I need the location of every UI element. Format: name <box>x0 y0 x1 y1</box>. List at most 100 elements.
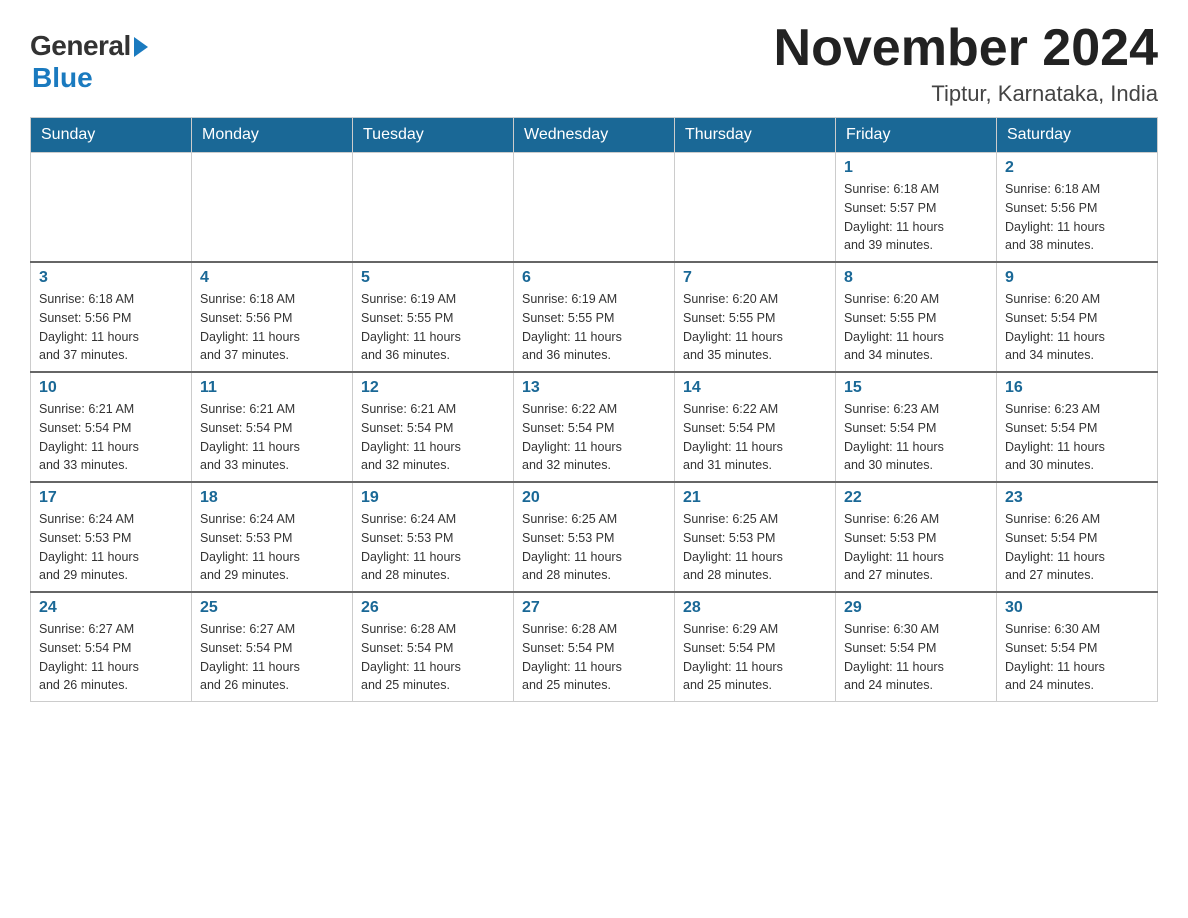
day-info: Sunrise: 6:21 AMSunset: 5:54 PMDaylight:… <box>200 400 344 475</box>
table-row: 10 Sunrise: 6:21 AMSunset: 5:54 PMDayligh… <box>31 372 192 482</box>
location: Tiptur, Karnataka, India <box>774 81 1158 107</box>
logo-general-text: General <box>30 30 131 62</box>
day-number: 11 <box>200 379 344 397</box>
day-number: 16 <box>1005 379 1149 397</box>
month-title: November 2024 <box>774 20 1158 77</box>
day-number: 28 <box>683 599 827 617</box>
table-row <box>31 153 192 263</box>
header-thursday: Thursday <box>675 118 836 153</box>
day-info: Sunrise: 6:20 AMSunset: 5:55 PMDaylight:… <box>844 290 988 365</box>
day-info: Sunrise: 6:25 AMSunset: 5:53 PMDaylight:… <box>683 510 827 585</box>
day-info: Sunrise: 6:24 AMSunset: 5:53 PMDaylight:… <box>200 510 344 585</box>
day-number: 7 <box>683 269 827 287</box>
header-monday: Monday <box>192 118 353 153</box>
calendar-week-row: 17 Sunrise: 6:24 AMSunset: 5:53 PMDayligh… <box>31 482 1158 592</box>
logo: General Blue <box>30 30 148 94</box>
day-number: 5 <box>361 269 505 287</box>
table-row: 12Sunrise: 6:21 AMSunset: 5:54 PMDayligh… <box>353 372 514 482</box>
day-number: 18 <box>200 489 344 507</box>
day-number: 14 <box>683 379 827 397</box>
calendar-week-row: 10 Sunrise: 6:21 AMSunset: 5:54 PMDayligh… <box>31 372 1158 482</box>
table-row: 16 Sunrise: 6:23 AMSunset: 5:54 PMDayligh… <box>997 372 1158 482</box>
table-row: 2 Sunrise: 6:18 AMSunset: 5:56 PMDaylight… <box>997 153 1158 263</box>
day-info: Sunrise: 6:28 AMSunset: 5:54 PMDaylight:… <box>361 620 505 695</box>
day-number: 23 <box>1005 489 1149 507</box>
table-row: 1 Sunrise: 6:18 AMSunset: 5:57 PMDaylight… <box>836 153 997 263</box>
day-info: Sunrise: 6:23 AMSunset: 5:54 PMDaylight:… <box>1005 400 1149 475</box>
table-row: 30Sunrise: 6:30 AMSunset: 5:54 PMDayligh… <box>997 592 1158 702</box>
day-info: Sunrise: 6:23 AMSunset: 5:54 PMDaylight:… <box>844 400 988 475</box>
table-row: 9 Sunrise: 6:20 AMSunset: 5:54 PMDaylight… <box>997 262 1158 372</box>
day-info: Sunrise: 6:19 AMSunset: 5:55 PMDaylight:… <box>522 290 666 365</box>
table-row: 8 Sunrise: 6:20 AMSunset: 5:55 PMDaylight… <box>836 262 997 372</box>
day-info: Sunrise: 6:22 AMSunset: 5:54 PMDaylight:… <box>522 400 666 475</box>
logo-arrow-icon <box>134 37 148 57</box>
day-number: 29 <box>844 599 988 617</box>
day-number: 21 <box>683 489 827 507</box>
day-info: Sunrise: 6:18 AMSunset: 5:56 PMDaylight:… <box>39 290 183 365</box>
day-number: 26 <box>361 599 505 617</box>
day-info: Sunrise: 6:18 AMSunset: 5:56 PMDaylight:… <box>200 290 344 365</box>
header-friday: Friday <box>836 118 997 153</box>
table-row: 4 Sunrise: 6:18 AMSunset: 5:56 PMDaylight… <box>192 262 353 372</box>
header-sunday: Sunday <box>31 118 192 153</box>
table-row: 25 Sunrise: 6:27 AMSunset: 5:54 PMDayligh… <box>192 592 353 702</box>
day-number: 1 <box>844 159 988 177</box>
day-number: 19 <box>361 489 505 507</box>
table-row: 29Sunrise: 6:30 AMSunset: 5:54 PMDayligh… <box>836 592 997 702</box>
day-info: Sunrise: 6:24 AMSunset: 5:53 PMDaylight:… <box>39 510 183 585</box>
calendar-week-row: 3 Sunrise: 6:18 AMSunset: 5:56 PMDaylight… <box>31 262 1158 372</box>
table-row: 19 Sunrise: 6:24 AMSunset: 5:53 PMDayligh… <box>353 482 514 592</box>
day-header-row: Sunday Monday Tuesday Wednesday Thursday… <box>31 118 1158 153</box>
day-number: 3 <box>39 269 183 287</box>
header-wednesday: Wednesday <box>514 118 675 153</box>
calendar-table: Sunday Monday Tuesday Wednesday Thursday… <box>30 117 1158 702</box>
day-info: Sunrise: 6:27 AMSunset: 5:54 PMDaylight:… <box>200 620 344 695</box>
day-info: Sunrise: 6:26 AMSunset: 5:54 PMDaylight:… <box>1005 510 1149 585</box>
day-info: Sunrise: 6:18 AMSunset: 5:57 PMDaylight:… <box>844 180 988 255</box>
table-row: 11 Sunrise: 6:21 AMSunset: 5:54 PMDayligh… <box>192 372 353 482</box>
day-info: Sunrise: 6:28 AMSunset: 5:54 PMDaylight:… <box>522 620 666 695</box>
day-info: Sunrise: 6:26 AMSunset: 5:53 PMDaylight:… <box>844 510 988 585</box>
table-row: 17 Sunrise: 6:24 AMSunset: 5:53 PMDayligh… <box>31 482 192 592</box>
table-row: 18 Sunrise: 6:24 AMSunset: 5:53 PMDayligh… <box>192 482 353 592</box>
day-number: 8 <box>844 269 988 287</box>
day-number: 4 <box>200 269 344 287</box>
header-saturday: Saturday <box>997 118 1158 153</box>
table-row: 24 Sunrise: 6:27 AMSunset: 5:54 PMDayligh… <box>31 592 192 702</box>
logo-blue-text: Blue <box>32 62 93 94</box>
table-row: 22 Sunrise: 6:26 AMSunset: 5:53 PMDayligh… <box>836 482 997 592</box>
day-number: 9 <box>1005 269 1149 287</box>
day-number: 17 <box>39 489 183 507</box>
day-number: 10 <box>39 379 183 397</box>
calendar-week-row: 1 Sunrise: 6:18 AMSunset: 5:57 PMDaylight… <box>31 153 1158 263</box>
day-number: 12 <box>361 379 505 397</box>
day-number: 15 <box>844 379 988 397</box>
day-number: 20 <box>522 489 666 507</box>
day-info: Sunrise: 6:24 AMSunset: 5:53 PMDaylight:… <box>361 510 505 585</box>
table-row: 6 Sunrise: 6:19 AMSunset: 5:55 PMDaylight… <box>514 262 675 372</box>
table-row: 15 Sunrise: 6:23 AMSunset: 5:54 PMDayligh… <box>836 372 997 482</box>
day-number: 22 <box>844 489 988 507</box>
day-info: Sunrise: 6:20 AMSunset: 5:55 PMDaylight:… <box>683 290 827 365</box>
table-row: 7 Sunrise: 6:20 AMSunset: 5:55 PMDaylight… <box>675 262 836 372</box>
calendar-week-row: 24 Sunrise: 6:27 AMSunset: 5:54 PMDayligh… <box>31 592 1158 702</box>
day-info: Sunrise: 6:27 AMSunset: 5:54 PMDaylight:… <box>39 620 183 695</box>
day-number: 27 <box>522 599 666 617</box>
day-info: Sunrise: 6:18 AMSunset: 5:56 PMDaylight:… <box>1005 180 1149 255</box>
day-number: 6 <box>522 269 666 287</box>
header-tuesday: Tuesday <box>353 118 514 153</box>
day-number: 25 <box>200 599 344 617</box>
table-row: 3 Sunrise: 6:18 AMSunset: 5:56 PMDaylight… <box>31 262 192 372</box>
day-info: Sunrise: 6:29 AMSunset: 5:54 PMDaylight:… <box>683 620 827 695</box>
page-header: General Blue November 2024 Tiptur, Karna… <box>30 20 1158 107</box>
day-number: 24 <box>39 599 183 617</box>
day-info: Sunrise: 6:20 AMSunset: 5:54 PMDaylight:… <box>1005 290 1149 365</box>
table-row: 13Sunrise: 6:22 AMSunset: 5:54 PMDayligh… <box>514 372 675 482</box>
table-row: 27 Sunrise: 6:28 AMSunset: 5:54 PMDayligh… <box>514 592 675 702</box>
table-row: 28 Sunrise: 6:29 AMSunset: 5:54 PMDayligh… <box>675 592 836 702</box>
day-info: Sunrise: 6:21 AMSunset: 5:54 PMDaylight:… <box>39 400 183 475</box>
day-info: Sunrise: 6:25 AMSunset: 5:53 PMDaylight:… <box>522 510 666 585</box>
table-row: 14Sunrise: 6:22 AMSunset: 5:54 PMDayligh… <box>675 372 836 482</box>
day-number: 2 <box>1005 159 1149 177</box>
